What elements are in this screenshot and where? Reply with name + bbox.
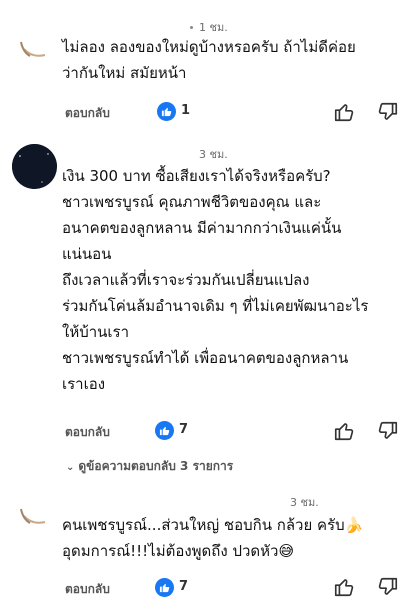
like-button[interactable]	[333, 576, 355, 598]
reply-button[interactable]: ตอบกลับ	[65, 423, 110, 442]
timestamp-text: 1 ชม.	[199, 21, 228, 34]
separator-dot	[190, 26, 193, 29]
dislike-button[interactable]	[377, 101, 399, 123]
view-replies-label: ดูข้อความตอบกลับ 3 รายการ	[78, 459, 234, 473]
comment-line: ถึงเวลาแล้วที่เราจะร่วมกันเปลี่ยนแปลง	[62, 271, 310, 289]
like-count: 7	[179, 422, 189, 437]
like-button[interactable]	[333, 101, 355, 123]
crescent-moon-icon	[12, 144, 57, 189]
comment-line: คนเพชรบูรณ์...ส่วนใหญ่ ชอบกิน กล้วย ครับ…	[62, 516, 364, 534]
avatar[interactable]	[12, 22, 57, 67]
thumbs-up-icon	[334, 104, 354, 122]
comment-line: ไม่ลอง ลองของใหม่ดูบ้างหรอครับ ถ้าไม่ดีค…	[62, 38, 356, 56]
comment-line: ว่ากันใหม่ สมัยหน้า	[62, 64, 187, 82]
reply-button[interactable]: ตอบกลับ	[65, 104, 110, 123]
crescent-moon-icon	[12, 22, 57, 67]
dislike-button[interactable]	[377, 576, 399, 598]
like-badge	[155, 578, 174, 597]
comment-line: อุดมการณ์!!!ไม่ต้องพูดถึง ปวดหัว😅	[62, 542, 295, 560]
thumbs-down-icon	[378, 102, 398, 120]
comment-timestamp: 3 ชม.	[290, 496, 319, 509]
dislike-button[interactable]	[377, 420, 399, 442]
thumbs-up-icon	[334, 579, 354, 597]
comment-timestamp: 3 ชม.	[199, 148, 228, 161]
thumbs-up-icon	[159, 426, 170, 436]
comment-line: เงิน 300 บาท ซื้อเสียงเราได้จริงหรือครับ…	[62, 167, 331, 185]
like-badge	[157, 102, 176, 121]
avatar[interactable]	[12, 489, 57, 534]
comment-text: เงิน 300 บาท ซื้อเสียงเราได้จริงหรือครับ…	[62, 163, 412, 397]
comment-line: ให้บ้านเรา	[62, 323, 130, 341]
comment-line: ร่วมกันโค่นล้มอำนาจเดิม ๆ ที่ไม่เคยพัฒนา…	[62, 297, 369, 315]
comment-line: แน่นอน	[62, 245, 112, 263]
comment-text: ไม่ลอง ลองของใหม่ดูบ้างหรอครับ ถ้าไม่ดีค…	[62, 34, 412, 86]
crescent-moon-icon	[12, 489, 57, 534]
comment-text: คนเพชรบูรณ์...ส่วนใหญ่ ชอบกิน กล้วย ครับ…	[62, 512, 412, 564]
comment-line: เราเอง	[62, 375, 106, 393]
thumbs-up-icon	[159, 583, 170, 593]
comment-line: ชาวเพชรบูรณ์ทำได้ เพื่ออนาคตของลูกหลาน	[62, 349, 349, 367]
like-count: 1	[181, 103, 191, 118]
comment-line: อนาคตของลูกหลาน มีค่ามากกว่าเงินแค่นั้น	[62, 219, 342, 237]
chevron-down-icon: ⌄	[66, 462, 75, 473]
thumbs-down-icon	[378, 577, 398, 595]
thumbs-up-icon	[334, 423, 354, 441]
thumbs-up-icon	[161, 107, 172, 117]
like-badge	[155, 421, 174, 440]
thumbs-down-icon	[378, 421, 398, 439]
like-count: 7	[179, 579, 189, 594]
avatar[interactable]	[12, 144, 57, 189]
like-button[interactable]	[333, 420, 355, 442]
comment-line: ชาวเพชรบูรณ์ คุณภาพชีวิตของคุณ และ	[62, 193, 322, 211]
reply-button[interactable]: ตอบกลับ	[65, 580, 110, 599]
view-replies-link[interactable]: ⌄ ดูข้อความตอบกลับ 3 รายการ	[66, 457, 233, 476]
